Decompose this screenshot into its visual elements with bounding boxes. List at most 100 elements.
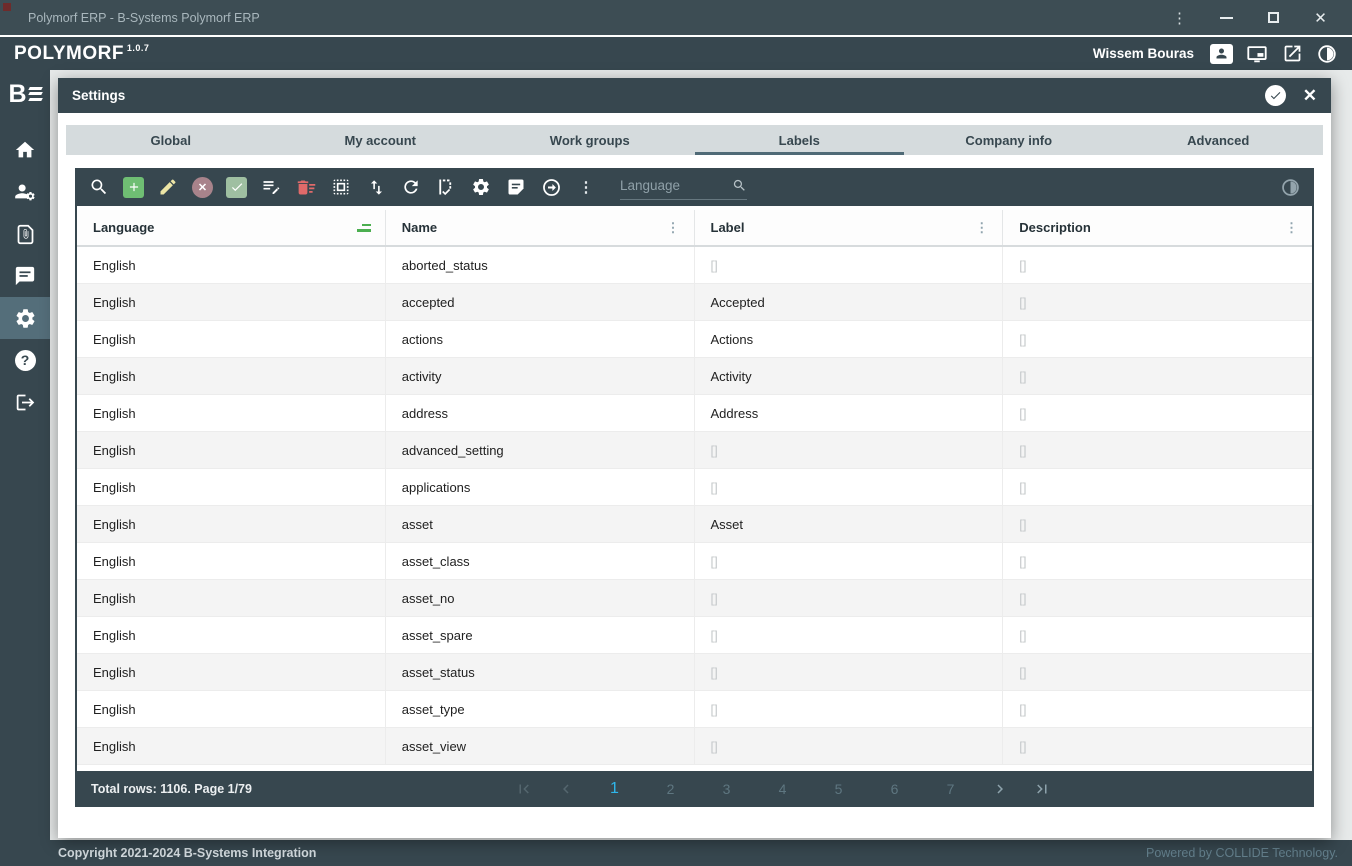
search-field-icon[interactable] bbox=[732, 178, 747, 193]
page-button-1[interactable]: 1 bbox=[605, 780, 625, 798]
window-minimize-button[interactable] bbox=[1203, 3, 1250, 33]
sidebar-item-documents[interactable] bbox=[0, 213, 50, 255]
column-header-label[interactable]: Label ⋮ bbox=[695, 210, 1004, 245]
dialog-title: Settings bbox=[72, 88, 126, 103]
note-button[interactable] bbox=[505, 176, 527, 198]
table-cell: English bbox=[77, 506, 386, 542]
add-button[interactable] bbox=[123, 176, 144, 198]
page-button-2[interactable]: 2 bbox=[661, 781, 681, 797]
search-button[interactable] bbox=[88, 176, 110, 198]
cancel-button[interactable]: ✕ bbox=[192, 176, 213, 198]
logout-icon bbox=[16, 394, 34, 410]
refresh-button[interactable] bbox=[400, 176, 422, 198]
table-cell: [] bbox=[695, 543, 1004, 579]
user-profile-button[interactable] bbox=[1210, 43, 1233, 64]
validate-button[interactable] bbox=[226, 176, 247, 198]
labels-table-body: English aborted_status[][] English accepted… bbox=[77, 247, 1312, 765]
page-button-6[interactable]: 6 bbox=[885, 781, 905, 797]
grid-settings-button[interactable] bbox=[470, 176, 492, 198]
sort-arrows-icon bbox=[370, 179, 382, 195]
table-row[interactable]: English actions Actions [] bbox=[77, 321, 1312, 358]
column-menu-icon[interactable]: ⋮ bbox=[663, 220, 684, 236]
theme-contrast-button[interactable] bbox=[1316, 43, 1338, 65]
column-header-description[interactable]: Description ⋮ bbox=[1003, 210, 1312, 245]
select-all-button[interactable] bbox=[330, 176, 352, 198]
grid-search-input[interactable] bbox=[620, 178, 722, 193]
open-in-new-button[interactable] bbox=[1281, 43, 1303, 65]
previous-page-button[interactable] bbox=[556, 779, 576, 799]
sidebar-item-logout[interactable] bbox=[0, 381, 50, 423]
kebab-menu-icon: ⋮ bbox=[1172, 9, 1187, 27]
table-cell: [] bbox=[1019, 664, 1027, 680]
table-row[interactable]: English advanced_setting[][] bbox=[77, 432, 1312, 469]
table-cell: accepted bbox=[386, 284, 695, 320]
table-cell: [] bbox=[695, 654, 1004, 690]
table-row[interactable]: English asset_type[][] bbox=[77, 691, 1312, 728]
table-row[interactable]: English asset_spare[][] bbox=[77, 617, 1312, 654]
column-header-language[interactable]: Language bbox=[77, 210, 386, 245]
table-row[interactable]: English applications[][] bbox=[77, 469, 1312, 506]
tab-advanced[interactable]: Advanced bbox=[1114, 125, 1324, 155]
sidebar-item-help[interactable]: ? bbox=[0, 339, 50, 381]
window-menu-button[interactable]: ⋮ bbox=[1156, 3, 1203, 33]
table-cell: Activity bbox=[695, 358, 1004, 394]
table-row[interactable]: English asset_view[][] bbox=[77, 728, 1312, 765]
page-button-5[interactable]: 5 bbox=[829, 781, 849, 797]
edit-list-button[interactable] bbox=[260, 176, 282, 198]
column-header-name[interactable]: Name ⋮ bbox=[386, 210, 695, 245]
sidebar-logo[interactable]: B bbox=[0, 70, 50, 118]
dialog-close-button[interactable]: ✕ bbox=[1303, 86, 1317, 106]
sidebar-item-users[interactable] bbox=[0, 171, 50, 213]
contrast-icon bbox=[1318, 44, 1336, 63]
table-row[interactable]: English activity Activity [] bbox=[77, 358, 1312, 395]
grid-toolbar: ✕ ⋮ Language bbox=[77, 168, 1312, 206]
table-row[interactable]: English address Address [] bbox=[77, 395, 1312, 432]
chevron-left-icon bbox=[562, 784, 569, 794]
table-cell: asset_spare bbox=[386, 617, 695, 653]
table-row[interactable]: English accepted Accepted [] bbox=[77, 284, 1312, 321]
tab-company-info[interactable]: Company info bbox=[904, 125, 1114, 155]
table-row[interactable]: English asset_class[][] bbox=[77, 543, 1312, 580]
gear-icon bbox=[473, 179, 489, 195]
table-row[interactable]: English asset_status[][] bbox=[77, 654, 1312, 691]
table-cell: Actions bbox=[695, 321, 1004, 357]
tab-global[interactable]: Global bbox=[66, 125, 276, 155]
plus-icon bbox=[129, 182, 138, 192]
maximize-icon bbox=[1268, 12, 1279, 23]
filter-active-icon[interactable] bbox=[353, 223, 375, 232]
column-menu-icon[interactable]: ⋮ bbox=[1281, 220, 1302, 236]
app-header-actions: Wissem Bouras bbox=[1093, 43, 1338, 65]
column-menu-icon[interactable]: ⋮ bbox=[971, 220, 992, 236]
window-close-button[interactable]: ✕ bbox=[1297, 3, 1344, 33]
page-button-4[interactable]: 4 bbox=[773, 781, 793, 797]
sidebar-item-messages[interactable] bbox=[0, 255, 50, 297]
delete-button[interactable] bbox=[295, 176, 317, 198]
refresh-icon bbox=[404, 180, 418, 194]
dialog-confirm-button[interactable] bbox=[1264, 85, 1286, 106]
tab-my-account[interactable]: My account bbox=[276, 125, 486, 155]
forward-button[interactable] bbox=[540, 176, 562, 198]
sort-button[interactable] bbox=[365, 176, 387, 198]
select-all-icon bbox=[333, 179, 349, 195]
table-row[interactable]: English asset_no[][] bbox=[77, 580, 1312, 617]
table-row[interactable]: English asset Asset [] bbox=[77, 506, 1312, 543]
table-cell: English bbox=[77, 321, 386, 357]
edit-button[interactable] bbox=[157, 176, 179, 198]
first-page-button[interactable] bbox=[514, 779, 534, 799]
grid-contrast-button[interactable] bbox=[1279, 176, 1301, 198]
page-button-7[interactable]: 7 bbox=[941, 781, 961, 797]
next-page-button[interactable] bbox=[990, 779, 1010, 799]
page-button-3[interactable]: 3 bbox=[717, 781, 737, 797]
tab-labels[interactable]: Labels bbox=[694, 125, 905, 155]
table-row[interactable]: English aborted_status[][] bbox=[77, 247, 1312, 284]
rules-check-icon bbox=[439, 179, 452, 196]
more-menu-button[interactable]: ⋮ bbox=[575, 176, 597, 198]
sidebar-item-home[interactable] bbox=[0, 129, 50, 171]
last-page-button[interactable] bbox=[1032, 779, 1052, 799]
display-button[interactable] bbox=[1246, 43, 1268, 65]
window-maximize-button[interactable] bbox=[1250, 3, 1297, 33]
tab-work-groups[interactable]: Work groups bbox=[485, 125, 695, 155]
table-cell: [] bbox=[695, 580, 1004, 616]
sidebar-item-settings[interactable] bbox=[0, 297, 50, 339]
rules-check-button[interactable] bbox=[435, 176, 457, 198]
